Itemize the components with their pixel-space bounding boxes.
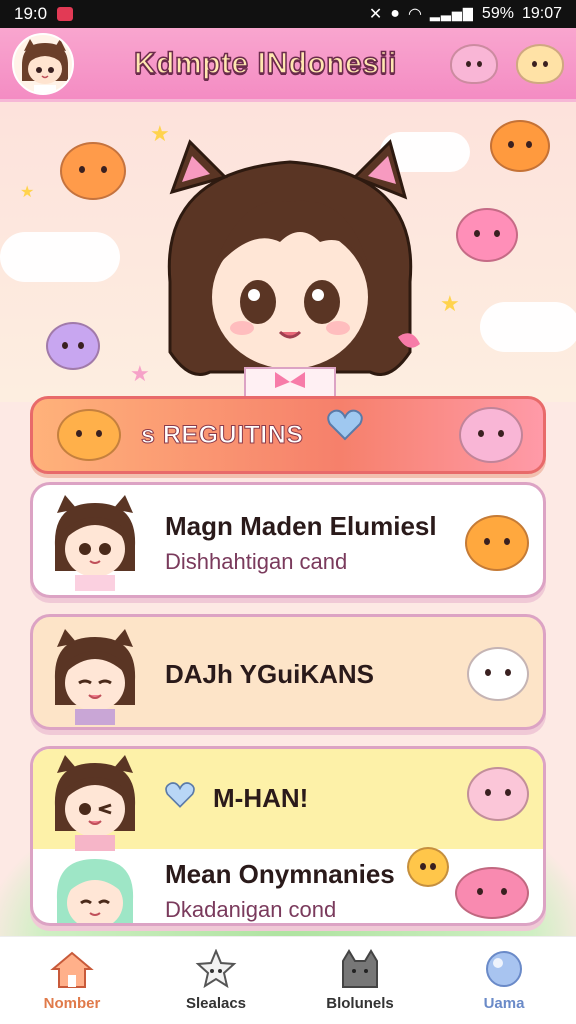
star-decoration: ★: [130, 362, 150, 387]
heart-icon: [165, 782, 195, 808]
status-time-left: 19:0: [14, 4, 48, 23]
green-hair-girl-avatar: [56, 859, 134, 923]
profile-avatar[interactable]: [12, 32, 74, 95]
orange-bear-mascot-icon: [57, 409, 121, 461]
girl-avatar: [54, 495, 136, 591]
nav-item-characters[interactable]: Blolunels: [288, 937, 432, 1024]
banner-label: s REGUITINS: [140, 421, 304, 450]
list-item[interactable]: M-HAN! Mean Onymnanies Dkadanigan cond: [30, 746, 546, 926]
nav-item-favorites[interactable]: Slealacs: [144, 937, 288, 1024]
card-title: M-HAN!: [213, 783, 309, 813]
list-item[interactable]: DAJh YGuiKANS: [30, 614, 546, 730]
cloud-decoration: [480, 302, 576, 352]
card-title: Mean Onymnanies: [165, 859, 395, 889]
house-icon: [50, 951, 94, 988]
pink-bubble-mascot-icon: [456, 208, 518, 262]
nav-item-profile[interactable]: Uama: [432, 937, 576, 1024]
star-decoration: ★: [20, 182, 35, 201]
battery-level: 59%: [481, 5, 514, 22]
section-banner[interactable]: s REGUITINS: [30, 396, 546, 474]
circle-icon: [486, 951, 522, 987]
orange-cat-mascot-icon: [465, 515, 529, 571]
pink-fish-mascot-icon: [455, 867, 529, 919]
nav-label: Blolunels: [326, 995, 394, 1012]
white-cat-mascot-icon: [467, 647, 529, 701]
status-time-right: 19:07: [521, 5, 562, 22]
nav-label: Nomber: [43, 995, 101, 1012]
star-decoration: ★: [440, 292, 460, 317]
orange-bear-mascot-icon: [60, 142, 126, 200]
winking-girl-avatar: [54, 755, 136, 851]
pink-bunny-mascot-icon[interactable]: [450, 43, 498, 84]
orange-cat-mascot-icon: [490, 120, 550, 172]
purple-bubble-mascot-icon: [46, 322, 100, 370]
yellow-chick-mascot-icon: [407, 847, 449, 887]
mute-icon: ✕: [368, 6, 383, 23]
hero-illustration: ★ ★ ★ ★: [0, 102, 576, 402]
anime-girl-illustration: [167, 139, 420, 402]
notification-icon: [57, 7, 74, 21]
status-bar: 19:0 ✕ ● ◠ ▂▃▅▇ 59% 19:07: [0, 0, 576, 28]
signal-icon: ▂▃▅▇: [429, 6, 474, 21]
pink-bunny-mascot-icon: [459, 407, 523, 463]
girl-avatar: [54, 629, 136, 725]
card-subtitle: Dishhahtigan cand: [165, 549, 348, 574]
heart-icon: [327, 409, 363, 441]
card-title: Magn Maden Elumiesl: [165, 511, 437, 541]
card-title: DAJh YGuiKANS: [165, 659, 374, 689]
nav-label: Uama: [483, 995, 525, 1012]
app-header: Kdmpte INdonesii: [0, 28, 576, 102]
wifi-icon: ◠: [407, 6, 422, 23]
nav-label: Slealacs: [185, 995, 247, 1012]
card-subtitle: Dkadanigan cond: [165, 897, 337, 922]
location-icon: ●: [390, 5, 400, 22]
cream-cat-mascot-icon[interactable]: [516, 43, 564, 84]
star-pet-icon: [195, 949, 237, 989]
list-item[interactable]: Magn Maden Elumiesl Dishhahtigan cand: [30, 482, 546, 598]
pink-cat-mascot-icon: [467, 767, 529, 821]
app-title: Kdmpte INdonesii: [133, 46, 398, 81]
bottom-navigation: Nomber Slealacs Blolunels Uama: [0, 936, 576, 1024]
nav-item-home[interactable]: Nomber: [0, 937, 144, 1024]
cloud-decoration: [0, 232, 120, 282]
cat-icon: [342, 949, 378, 988]
